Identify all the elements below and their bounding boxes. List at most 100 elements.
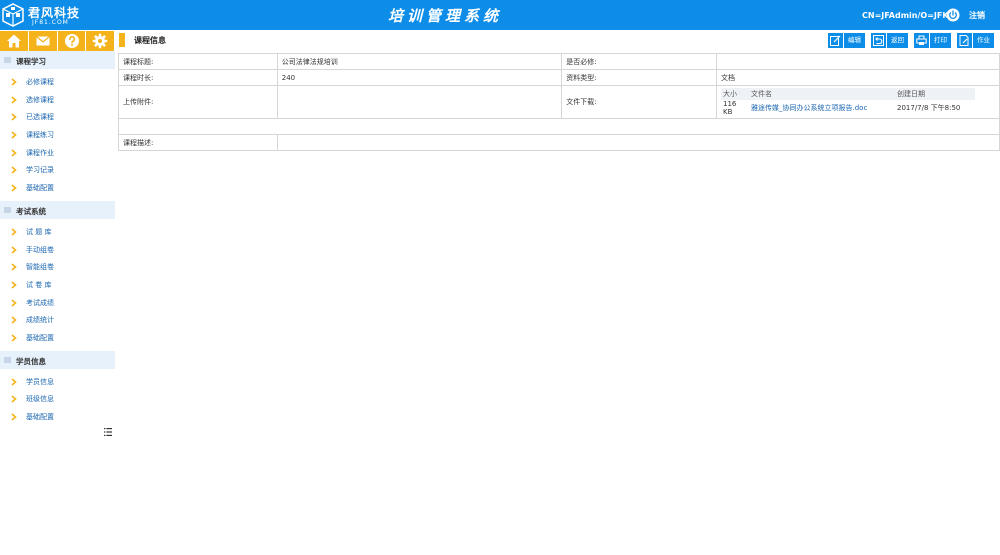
sidebar-item-required-course[interactable]: 必修课程 bbox=[0, 73, 115, 91]
home-icon bbox=[7, 34, 21, 48]
sidebar-item-student-config[interactable]: 基础配置 bbox=[0, 408, 115, 426]
action-toolbar: 编辑 返回 打印 作业 bbox=[822, 33, 994, 48]
file-list-header: 大小 文件名 创建日期 bbox=[721, 88, 975, 100]
chevron-right-icon bbox=[11, 245, 17, 254]
edit-label: 编辑 bbox=[844, 33, 865, 48]
section-header-course[interactable]: 课程学习 bbox=[0, 51, 115, 69]
section-square-icon bbox=[4, 356, 11, 363]
title-marker bbox=[119, 33, 125, 47]
course-title-label: 课程标题: bbox=[118, 53, 278, 70]
help-button[interactable] bbox=[57, 31, 86, 51]
section-title: 考试系统 bbox=[16, 206, 46, 216]
chevron-right-icon bbox=[11, 413, 17, 421]
back-icon-wrap bbox=[871, 33, 886, 48]
sidebar-item-course-practice[interactable]: 课程练习 bbox=[0, 126, 115, 144]
section-header-student[interactable]: 学员信息 bbox=[0, 350, 115, 369]
section-square-icon bbox=[4, 57, 11, 63]
chevron-right-icon bbox=[11, 378, 17, 386]
homework-button[interactable]: 作业 bbox=[957, 33, 994, 48]
settings-button[interactable] bbox=[86, 31, 114, 51]
homework-label: 作业 bbox=[973, 33, 994, 48]
duration-value: 240 bbox=[276, 69, 563, 86]
chevron-right-icon bbox=[11, 113, 17, 121]
mail-button[interactable] bbox=[28, 31, 57, 51]
company-logo[interactable]: 君风科技 JF81.COM bbox=[2, 2, 92, 28]
sidebar-item-exam-config[interactable]: 基础配置 bbox=[0, 329, 115, 347]
current-user: CN=JFAdmin/O=JFKJ bbox=[862, 11, 952, 20]
chevron-right-icon bbox=[11, 78, 17, 86]
sidebar-item-exam-scores[interactable]: 考试成绩 bbox=[0, 294, 115, 312]
sidebar-item-label: 已选课程 bbox=[26, 113, 54, 122]
sidebar-item-label: 学员信息 bbox=[26, 377, 54, 386]
edit-icon bbox=[830, 35, 841, 46]
sidebar-item-study-record[interactable]: 学习记录 bbox=[0, 161, 115, 179]
sidebar-item-label: 成绩统计 bbox=[26, 316, 54, 325]
table-row: 课程描述: bbox=[118, 134, 1000, 151]
col-size: 大小 bbox=[721, 88, 749, 100]
sidebar-item-smart-paper[interactable]: 智能组卷 bbox=[0, 258, 115, 276]
edit-button[interactable]: 编辑 bbox=[828, 33, 865, 48]
duration-label: 课程时长: bbox=[118, 69, 278, 86]
file-download-label: 文件下载: bbox=[561, 85, 717, 119]
table-row-spacer bbox=[118, 118, 1000, 135]
chevron-right-icon bbox=[11, 281, 17, 289]
help-icon bbox=[64, 34, 79, 48]
back-button[interactable]: 返回 bbox=[871, 33, 908, 48]
table-row: 课程标题: 公司法律法规培训 是否必修: bbox=[118, 53, 1000, 70]
section-title: 课程学习 bbox=[16, 57, 46, 66]
sidebar-item-class-info[interactable]: 班级信息 bbox=[0, 390, 115, 408]
required-value bbox=[716, 53, 1000, 70]
main-content: 课程信息 编辑 返回 打印 作业 课程标题: 公司法律法规培训 是否必修: 课程… bbox=[118, 31, 1000, 555]
material-type-label: 资料类型: bbox=[561, 69, 717, 86]
gear-icon bbox=[93, 33, 108, 49]
sidebar-item-label: 智能组卷 bbox=[26, 263, 54, 272]
chevron-right-icon bbox=[11, 298, 17, 307]
sidebar-item-label: 选修课程 bbox=[26, 95, 54, 104]
page-title-bar: 课程信息 编辑 返回 打印 作业 bbox=[118, 31, 1000, 51]
app-header: 君风科技 JF81.COM 培训管理系统 CN=JFAdmin/O=JFKJ 注… bbox=[0, 0, 1000, 30]
sidebar-item-score-stats[interactable]: 成绩统计 bbox=[0, 311, 115, 329]
section-header-exam[interactable]: 考试系统 bbox=[0, 200, 115, 219]
sidebar-section-course: 课程学习 必修课程 选修课程 已选课程 课程练习 课程作业 学习记录 基础配置 bbox=[0, 51, 115, 201]
edit-icon-wrap bbox=[828, 33, 843, 48]
home-button[interactable] bbox=[0, 31, 28, 51]
description-value bbox=[276, 134, 1000, 151]
file-link[interactable]: 雅途传媒_协同办公系统立项报告.doc bbox=[749, 100, 895, 116]
sidebar-item-course-config[interactable]: 基础配置 bbox=[0, 179, 115, 197]
sidebar-item-label: 手动组卷 bbox=[26, 245, 54, 254]
chevron-right-icon bbox=[11, 263, 17, 271]
course-info-table: 课程标题: 公司法律法规培训 是否必修: 课程时长: 240 资料类型: 文档 … bbox=[118, 53, 1000, 151]
table-row: 课程时长: 240 资料类型: 文档 bbox=[118, 69, 1000, 86]
file-size: 116 KB bbox=[723, 100, 737, 116]
logo-subtext: JF81.COM bbox=[32, 19, 69, 26]
course-title-value: 公司法律法规培训 bbox=[276, 53, 563, 70]
power-icon[interactable] bbox=[946, 8, 960, 22]
sidebar-item-label: 课程作业 bbox=[26, 148, 54, 157]
sidebar-item-label: 试 卷 库 bbox=[26, 280, 52, 289]
sidebar-item-label: 试 题 库 bbox=[26, 227, 52, 236]
sidebar-item-question-bank[interactable]: 试 题 库 bbox=[0, 223, 115, 241]
menu-collapse-icon[interactable] bbox=[104, 427, 112, 437]
chevron-right-icon bbox=[11, 395, 17, 403]
chevron-right-icon bbox=[11, 96, 17, 104]
file-list: 大小 文件名 创建日期 116 KB 雅途传媒_协同办公系统立项报告.doc 2… bbox=[721, 88, 975, 116]
chevron-right-icon bbox=[11, 131, 17, 139]
sidebar-item-course-homework[interactable]: 课程作业 bbox=[0, 144, 115, 162]
quick-icon-bar bbox=[0, 31, 115, 51]
sidebar-item-manual-paper[interactable]: 手动组卷 bbox=[0, 241, 115, 259]
sidebar-item-student-info[interactable]: 学员信息 bbox=[0, 373, 115, 391]
sidebar-item-label: 必修课程 bbox=[26, 78, 54, 86]
sidebar-item-elective-course[interactable]: 选修课程 bbox=[0, 91, 115, 109]
sidebar-item-selected-course[interactable]: 已选课程 bbox=[0, 108, 115, 126]
mail-icon bbox=[35, 36, 50, 46]
logo-cube-icon bbox=[2, 3, 24, 27]
sidebar-item-paper-library[interactable]: 试 卷 库 bbox=[0, 276, 115, 294]
table-row: 上传附件: 文件下载: 大小 文件名 创建日期 116 KB 雅途传媒_协同办公… bbox=[118, 85, 1000, 119]
logout-link[interactable]: 注销 bbox=[969, 10, 985, 21]
sidebar-section-exam: 考试系统 试 题 库 手动组卷 智能组卷 试 卷 库 考试成绩 成绩统计 基础配… bbox=[0, 200, 115, 351]
chevron-right-icon bbox=[11, 334, 17, 342]
attachment-label: 上传附件: bbox=[118, 85, 278, 119]
chevron-right-icon bbox=[11, 316, 17, 324]
system-title: 培训管理系统 bbox=[388, 7, 503, 25]
print-button[interactable]: 打印 bbox=[914, 33, 951, 48]
